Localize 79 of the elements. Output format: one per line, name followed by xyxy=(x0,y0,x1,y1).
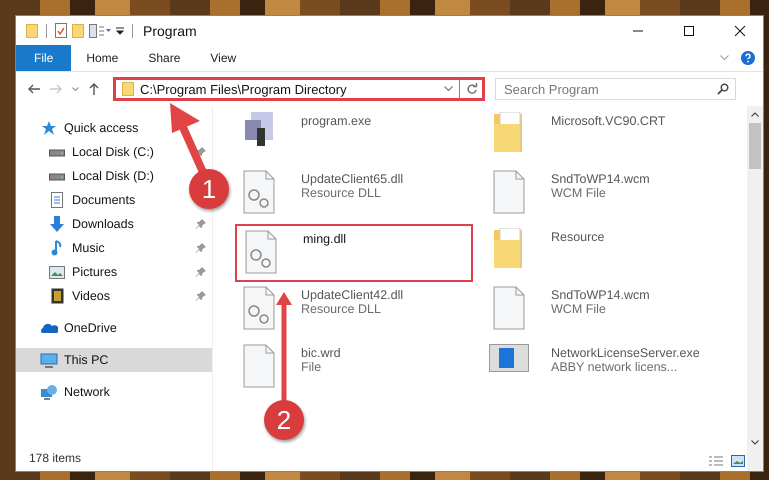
file-item[interactable]: NetworkLicenseServer.exe ABBY network licens... xyxy=(485,340,735,398)
sidebar-item[interactable]: Local Disk (D:) xyxy=(16,164,166,188)
toolbar-divider xyxy=(132,24,133,38)
back-arrow-icon[interactable] xyxy=(28,84,40,94)
file-item[interactable]: program.exe xyxy=(235,108,485,166)
sidebar-item[interactable]: Downloads xyxy=(16,212,212,236)
sidebar-item[interactable]: Network xyxy=(16,380,212,404)
large-icons-view-icon[interactable] xyxy=(731,455,745,467)
address-field[interactable]: C:\Program Files\Program Directory xyxy=(113,77,485,101)
file-item[interactable]: UpdateClient42.dll Resource DLL xyxy=(235,282,485,340)
toolbar-divider xyxy=(46,24,47,38)
file-item[interactable]: Microsoft.VC90.CRT xyxy=(485,108,735,166)
window-icon xyxy=(489,344,529,372)
pin-icon[interactable] xyxy=(196,219,206,229)
film-icon xyxy=(50,288,64,304)
properties-icon[interactable] xyxy=(55,23,67,38)
pin-icon[interactable] xyxy=(196,243,206,253)
gears-file-icon xyxy=(243,286,275,330)
sidebar-item[interactable]: Quick access xyxy=(16,116,212,140)
up-arrow-icon[interactable] xyxy=(89,83,99,95)
file-item[interactable]: Resource xyxy=(485,224,735,282)
sidebar-item[interactable]: This PC xyxy=(16,348,212,372)
refresh-icon[interactable] xyxy=(466,83,478,95)
search-field[interactable]: Search Program xyxy=(495,78,736,100)
ribbon-tab[interactable]: Home xyxy=(71,45,134,71)
step-badge: 2 xyxy=(264,400,304,440)
file-item[interactable]: bic.wrd File xyxy=(235,340,485,398)
file-item[interactable]: SndToWP14.wcm WCM File xyxy=(485,282,735,340)
scrollbar[interactable] xyxy=(747,106,763,471)
sidebar-item[interactable]: Pictures xyxy=(16,260,212,284)
ribbon-tab[interactable]: View xyxy=(195,45,252,71)
close-icon xyxy=(734,24,746,36)
scrollbar-thumb[interactable] xyxy=(749,123,761,169)
ribbon-tab[interactable]: Share xyxy=(133,45,196,71)
chevron-down-icon[interactable] xyxy=(444,86,453,92)
music-note-icon xyxy=(51,240,63,256)
file-icon xyxy=(493,286,525,330)
star-icon xyxy=(41,120,57,136)
view-list-icon[interactable] xyxy=(89,24,111,38)
sidebar-item[interactable]: Local Disk (C:) xyxy=(16,140,212,164)
item-count: 178 items xyxy=(28,451,82,467)
maximize-icon xyxy=(683,24,695,36)
details-view-icon[interactable] xyxy=(709,455,723,467)
folder-icon xyxy=(494,112,524,152)
field-divider xyxy=(459,79,460,99)
address-path: C:\Program Files\Program Directory xyxy=(140,82,347,96)
step-badge: 1 xyxy=(189,169,229,209)
ribbon-tab[interactable]: File xyxy=(16,45,72,71)
pin-icon[interactable] xyxy=(196,291,206,301)
folder-icon xyxy=(26,24,38,38)
gears-file-icon xyxy=(245,230,277,274)
picture-frame-icon xyxy=(49,266,65,278)
chevron-down-icon[interactable] xyxy=(751,440,759,445)
window-title: Program xyxy=(143,22,197,38)
pin-icon[interactable] xyxy=(196,267,206,277)
document-icon xyxy=(51,192,63,208)
file-item[interactable]: SndToWP14.wcm WCM File xyxy=(485,166,735,224)
folder-icon xyxy=(122,82,134,96)
network-icon xyxy=(40,384,58,400)
gears-file-icon xyxy=(243,170,275,214)
file-item[interactable]: UpdateClient65.dll Resource DLL xyxy=(235,166,485,224)
sidebar-item[interactable]: Videos xyxy=(16,284,212,308)
cloud-icon xyxy=(40,322,58,334)
file-icon xyxy=(243,344,275,388)
chevron-up-icon[interactable] xyxy=(751,112,759,117)
pin-icon[interactable] xyxy=(196,147,206,157)
sidebar-item[interactable]: Music xyxy=(16,236,212,260)
drive-icon xyxy=(49,171,65,181)
drive-icon xyxy=(49,147,65,157)
sidebar-item[interactable]: OneDrive xyxy=(16,316,212,340)
file-icon xyxy=(493,170,525,214)
help-icon[interactable] xyxy=(741,51,755,65)
folder-icon xyxy=(494,228,524,268)
monitor-icon xyxy=(40,352,58,368)
search-icon[interactable] xyxy=(717,83,729,95)
file-item[interactable]: ming.dll xyxy=(235,224,473,282)
download-arrow-icon xyxy=(49,216,65,232)
sidebar-item[interactable]: Documents xyxy=(16,188,148,212)
customize-caret-icon[interactable] xyxy=(116,26,124,34)
